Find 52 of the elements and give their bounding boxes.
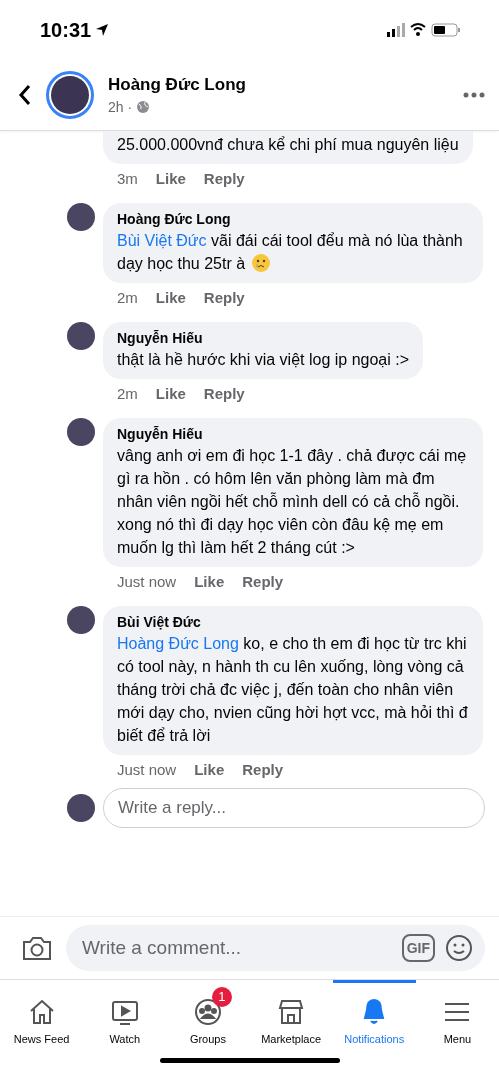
avatar <box>67 794 95 822</box>
comment-text: Hoàng Đức Long ko, e cho th em đi học từ trc khi có tool này, n hành th cu lên xuống, lòng vòng cả tháng trời chả đc việc j, đến toàn cho nhân viên mới dạy cho, nvien cũng hời hợt vcc, mà hỏi thì đ biết để trả lời <box>117 634 469 746</box>
nav-tab[interactable]: Watch <box>83 980 167 1058</box>
comment-time: Just now <box>117 573 177 590</box>
comment-field[interactable]: Write a comment... GIF <box>66 925 485 971</box>
comment-time: 2m <box>117 289 138 306</box>
comment-text: 25.000.000vnđ chưa kể chi phí mua nguyên liệu <box>117 135 459 155</box>
comment-author[interactable]: Nguyễn Hiếu <box>117 330 410 346</box>
notification-badge: 1 <box>211 987 232 1007</box>
reply-link[interactable]: Reply <box>242 573 284 590</box>
avatar[interactable] <box>67 606 95 634</box>
post-age: 2h · <box>108 99 133 115</box>
clock: 10:31 <box>40 18 110 42</box>
nav-tab[interactable]: 1 Groups <box>166 980 250 1058</box>
comment-time: 3m <box>117 170 138 187</box>
reply-link[interactable]: Reply <box>203 385 245 402</box>
nav-tab[interactable]: Menu <box>415 980 499 1058</box>
reply-field[interactable]: Write a reply... <box>103 788 485 828</box>
avatar[interactable] <box>67 203 95 231</box>
comment-time: Just now <box>117 761 177 778</box>
author-name[interactable]: Hoàng Đức Long <box>108 75 449 95</box>
like-link[interactable]: Like <box>194 761 225 778</box>
like-link[interactable]: Like <box>194 573 225 590</box>
nav-tab[interactable]: Marketplace <box>249 980 333 1058</box>
location-arrow-icon <box>95 23 110 37</box>
avatar[interactable] <box>46 71 94 119</box>
like-link[interactable]: Like <box>155 385 186 402</box>
globe-icon <box>136 100 151 114</box>
nav-tab[interactable]: Notifications <box>332 980 416 1058</box>
like-link[interactable]: Like <box>155 289 186 306</box>
comment-text: thật là hề hước khi via việt log ip ngoại :> <box>117 350 410 370</box>
camera-icon[interactable] <box>22 935 52 961</box>
crying-face-icon <box>251 253 272 273</box>
smiley-icon[interactable] <box>445 934 473 962</box>
nav-tab[interactable]: News Feed <box>0 980 84 1058</box>
more-icon[interactable] <box>463 92 485 98</box>
back-icon[interactable] <box>18 84 32 106</box>
reply-link[interactable]: Reply <box>242 761 284 778</box>
reply-link[interactable]: Reply <box>203 170 245 187</box>
gif-button[interactable]: GIF <box>401 934 435 962</box>
mention-link[interactable]: Hoàng Đức Long <box>117 635 239 652</box>
like-link[interactable]: Like <box>155 170 186 187</box>
avatar[interactable] <box>67 322 95 350</box>
mention-link[interactable]: Bùi Việt Đức <box>117 232 207 249</box>
comment-author[interactable]: Nguyễn Hiếu <box>117 426 469 442</box>
comment-time: 2m <box>117 385 138 402</box>
comment-author[interactable]: Hoàng Đức Long <box>117 211 469 227</box>
avatar[interactable] <box>67 418 95 446</box>
comment-author[interactable]: Bùi Việt Đức <box>117 614 469 630</box>
comment-text: Bùi Việt Đức vãi đái cái tool đểu mà nó lùa thành dạy học thu 25tr à <box>117 231 464 275</box>
comment-text: vâng anh ơi em đi học 1-1 đây . chả được cái mẹ gì ra hồn . có hôm lên văn phòng làm mà đm nhân viên ngồi hết chỗ mình dell có cả chỗ ngồi. xong nó thì đi dạy học viên còn đâu kệ mẹ em muốn lg thì làm hết 2 tháng cút :> <box>117 446 468 558</box>
reply-link[interactable]: Reply <box>203 289 245 306</box>
